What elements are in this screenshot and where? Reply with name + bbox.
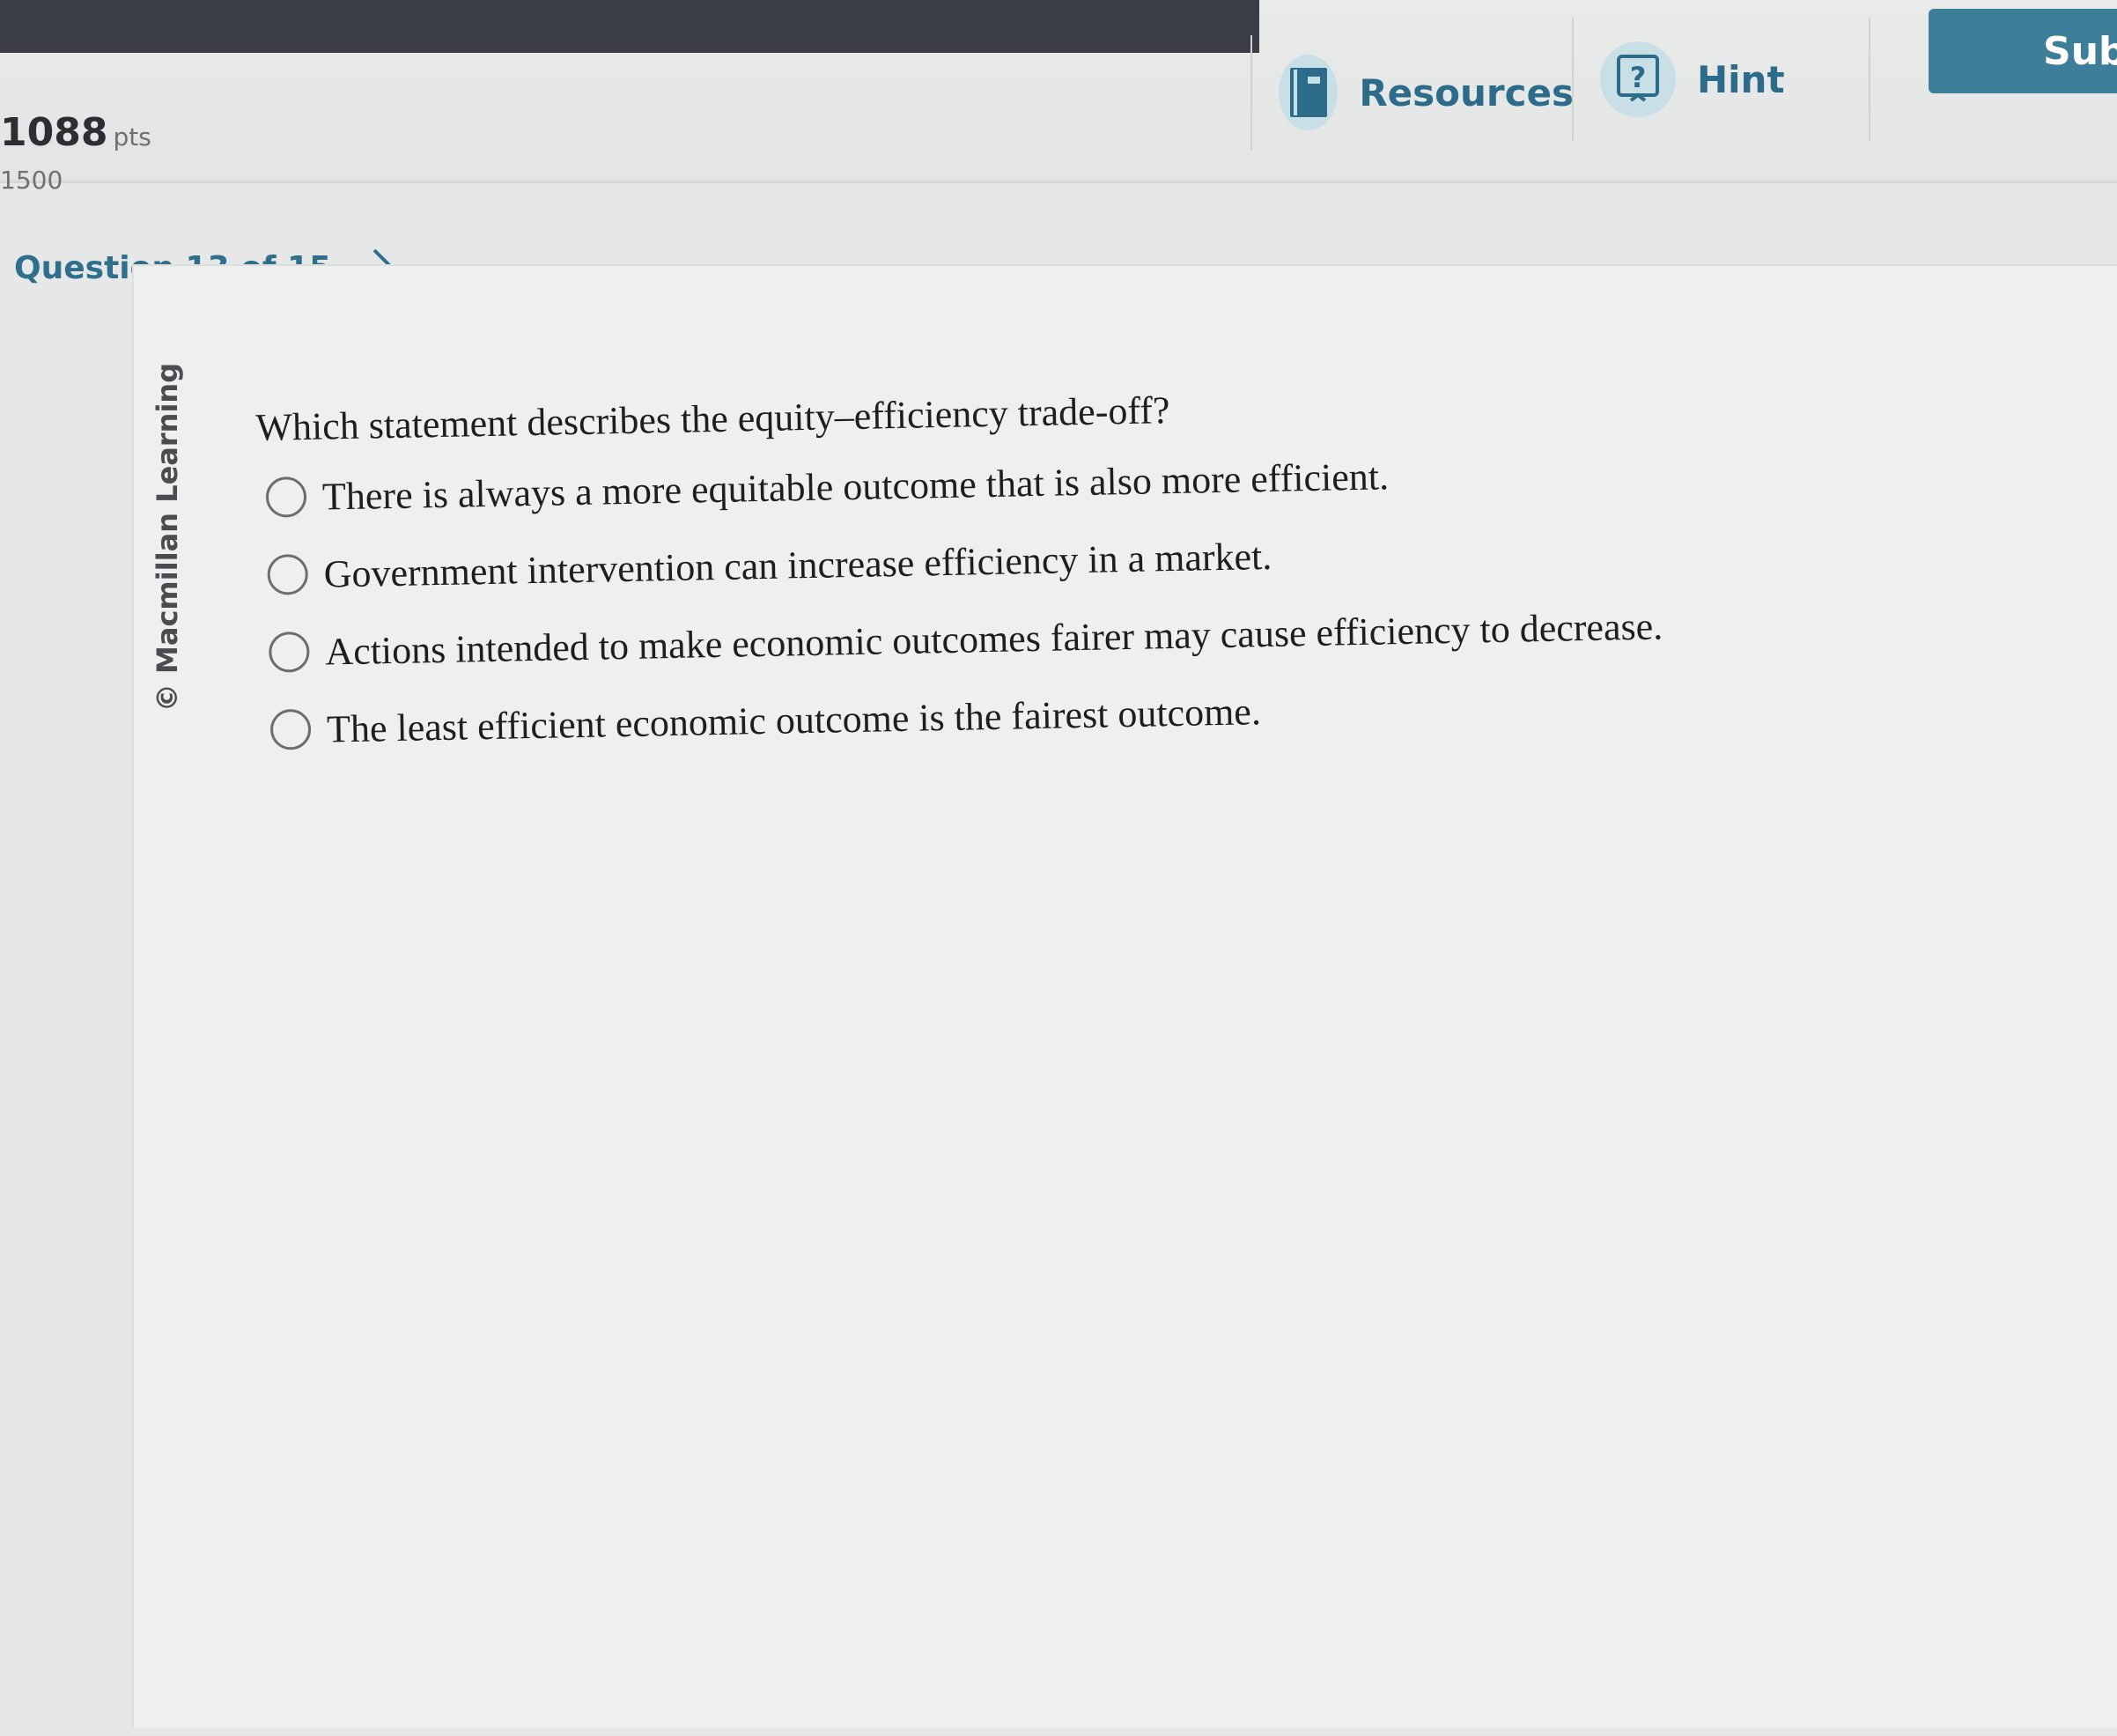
resources-label: Resources [1359,70,1574,115]
top-dark-bar [0,0,1259,53]
radio-button[interactable] [267,553,309,595]
option-label[interactable]: There is always a more equitable outcome… [322,454,1390,519]
hint-label: Hint [1697,57,1785,101]
svg-text:?: ? [1630,61,1647,94]
score-display: 1088 pts [0,110,151,155]
score-unit: pts [113,122,151,151]
option-label[interactable]: Actions intended to make economic outcom… [325,603,1663,674]
option-label[interactable]: The least efficient economic outcome is … [327,689,1262,751]
score-value: 1088 [0,110,108,155]
radio-button[interactable] [268,631,310,673]
option-label[interactable]: Government intervention can increase eff… [323,533,1272,596]
question-block: Which statement describes the equity–eff… [255,378,1665,769]
radio-button[interactable] [269,708,312,750]
hint-button[interactable]: ? Hint [1572,18,1870,141]
radio-button[interactable] [265,476,307,518]
copyright-notice: © Macmillan Learning [141,363,194,712]
book-icon [1279,55,1339,130]
copyright-text: © Macmillan Learning [151,362,184,713]
submit-button[interactable]: Subm [1929,9,2117,93]
resources-button[interactable]: Resources [1250,35,1574,150]
score-total: 1500 [0,166,63,195]
question-mark-icon: ? [1600,41,1676,117]
